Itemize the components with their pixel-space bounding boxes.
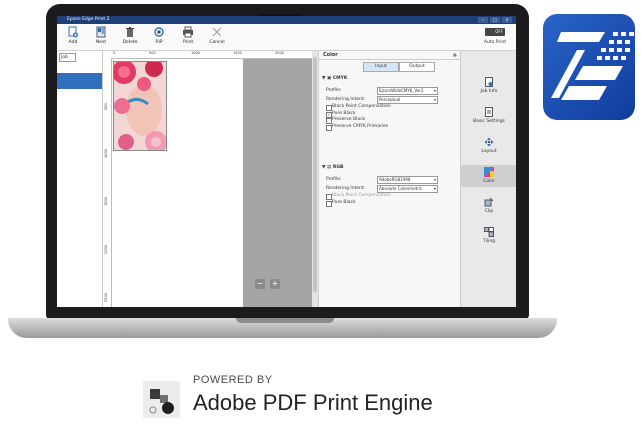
sidebar-item-clip[interactable]: Clip (461, 197, 516, 214)
powered-by-label: POWERED BY (193, 374, 273, 386)
zoom-in-button[interactable]: + (270, 279, 280, 289)
cmyk-preserve-primaries-checkbox[interactable]: Preserve CMYK Primaries (322, 124, 458, 131)
rip-label: RIP (155, 40, 163, 45)
sidebar-item-job-info[interactable]: Job Info (461, 77, 516, 94)
color-settings-panel: Color × Input Output ▼ ▣ CMYK Profile: Ep… (318, 51, 461, 307)
rgb-heading[interactable]: ▼ ▤ RGB (322, 164, 458, 172)
tiling-icon (484, 227, 494, 237)
ruler-tick: 0 (113, 51, 116, 55)
rgb-intent-select[interactable]: Absolute Colorimetric (377, 185, 438, 193)
print-label: Print (182, 40, 194, 45)
ruler-tick: 2000 (104, 245, 108, 254)
layout-canvas[interactable]: 0 500 1000 1500 2000 500 1000 1500 2000 … (103, 51, 312, 307)
sidebar-item-color[interactable]: Color (461, 165, 516, 187)
rgb-intent-label: Rendering Intent: (326, 186, 366, 191)
sidebar-item-basic-settings[interactable]: Basic Settings (461, 107, 516, 124)
title-bar: Epson Edge Print 2 – □ × (57, 16, 516, 24)
nest-icon (96, 26, 106, 38)
ruler-tick: 2500 (104, 293, 108, 302)
nest-label: Nest (95, 40, 107, 45)
ruler-left: 500 1000 1500 2000 2500 (103, 58, 112, 307)
cmyk-heading[interactable]: ▼ ▣ CMYK (322, 75, 458, 83)
rgb-pure-black-checkbox[interactable]: Pure Black (322, 200, 458, 207)
color-icon (484, 167, 494, 177)
panel-title: Color (319, 51, 461, 60)
app-screen: Epson Edge Print 2 – □ × Add Nest Delete… (57, 16, 516, 307)
ruler-tick: 500 (149, 51, 156, 55)
sidebar-item-layout[interactable]: Layout (461, 137, 516, 154)
print-image-thumbnail[interactable] (113, 61, 167, 151)
ruler-tick: 2000 (275, 51, 284, 55)
job-list-item-selected[interactable] (57, 73, 102, 89)
nest-button[interactable]: Nest (87, 26, 115, 45)
engine-name: Adobe PDF Print Engine (193, 390, 433, 415)
cmyk-intent-label: Rendering Intent: (326, 97, 366, 102)
tab-output[interactable]: Output (399, 62, 435, 72)
rgb-section: ▼ ▤ RGB Profile: AdobeRGB1998 Rendering I… (322, 164, 458, 207)
add-button[interactable]: Add (59, 26, 87, 45)
rip-button[interactable]: RIP (145, 26, 173, 45)
window-title: Epson Edge Print 2 (67, 17, 110, 22)
rip-icon (154, 27, 164, 37)
job-search-field[interactable]: Job (59, 53, 76, 62)
cmyk-profile-select[interactable]: EpsonWideCMYK_Ver2 (377, 87, 438, 95)
out-of-media-area (243, 59, 312, 307)
ruler-tick: 1500 (233, 51, 242, 55)
auto-print-state: OFF (485, 28, 505, 36)
cancel-button[interactable]: Cancel (203, 26, 231, 45)
maximize-button[interactable]: □ (490, 17, 500, 23)
minimize-button[interactable]: – (478, 17, 488, 23)
basic-settings-icon (485, 107, 493, 117)
checkbox-box (326, 124, 332, 131)
auto-print-toggle[interactable]: OFF Auto Print (480, 28, 510, 45)
ruler-tick: 1000 (104, 149, 108, 158)
sidebar-item-tiling[interactable]: Tiling (461, 227, 516, 244)
ruler-tick: 1500 (104, 197, 108, 206)
delete-button[interactable]: Delete (116, 26, 144, 45)
tab-input[interactable]: Input (363, 62, 399, 72)
ruler-tick: 1000 (191, 51, 200, 55)
ruler-top: 0 500 1000 1500 2000 (111, 51, 312, 59)
zoom-out-button[interactable]: − (255, 279, 265, 289)
delete-label: Delete (122, 40, 138, 45)
expand-panel-icon[interactable]: » (454, 53, 457, 59)
job-info-icon (485, 77, 493, 87)
layout-icon (484, 137, 494, 147)
toolbar: Add Nest Delete RIP Print Cancel OFF Aut… (57, 24, 516, 51)
auto-print-label: Auto Print (483, 40, 507, 45)
cmyk-profile-label: Profile: (326, 88, 342, 93)
rgb-profile-label: Profile: (326, 177, 342, 182)
cmyk-intent-select[interactable]: Perceptual (377, 96, 438, 104)
close-icon (212, 27, 222, 37)
ruler-tick: 500 (104, 103, 108, 110)
clip-icon (484, 197, 494, 207)
close-window-button[interactable]: × (502, 17, 512, 23)
add-file-icon (68, 26, 78, 38)
job-list-panel: Job (57, 51, 103, 307)
print-button[interactable]: Print (174, 26, 202, 45)
scrollbar-thumb[interactable] (313, 57, 317, 292)
cmyk-section: ▼ ▣ CMYK Profile: EpsonWideCMYK_Ver2 Rend… (322, 75, 458, 131)
epson-edge-print-app-icon (543, 14, 635, 120)
cancel-label: Cancel (209, 40, 225, 45)
trash-icon (126, 27, 134, 37)
settings-sidebar: » Job Info Basic Settings Layout Color C… (454, 51, 516, 307)
laptop-opening-lip (236, 318, 334, 323)
printer-icon (183, 26, 193, 38)
add-label: Add (68, 40, 78, 45)
rgb-profile-select[interactable]: AdobeRGB1998 (377, 176, 438, 184)
adobe-pdf-print-engine-logo (143, 381, 180, 418)
checkbox-box (326, 200, 332, 207)
